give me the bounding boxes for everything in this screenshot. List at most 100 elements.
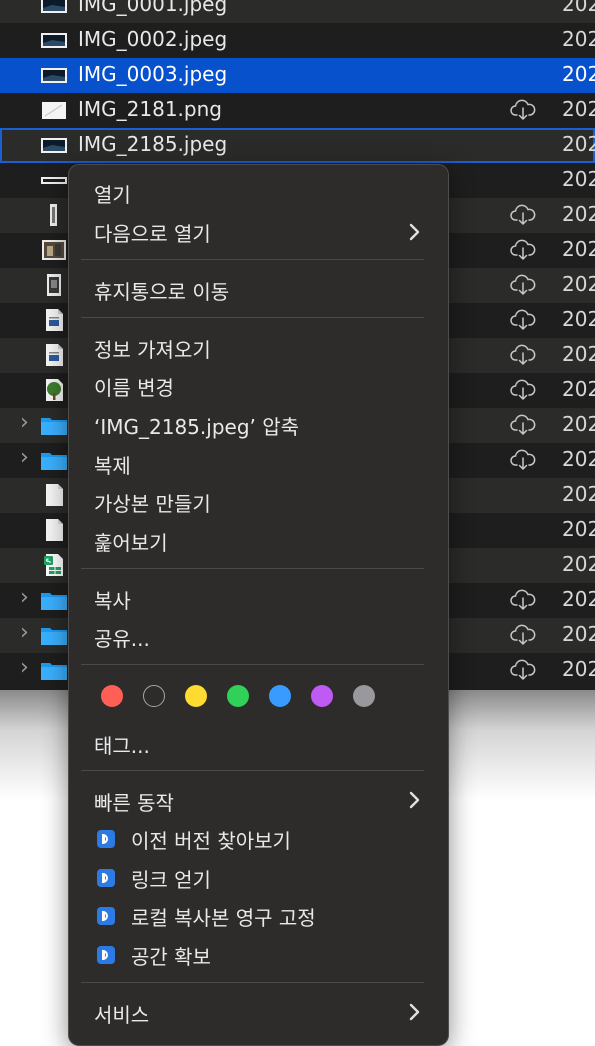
menu-separator	[81, 770, 424, 771]
menu-item-get-link[interactable]: 링크 얻기	[131, 864, 211, 893]
menu-item-pin-local-copy[interactable]: 로컬 복사본 영구 고정	[131, 902, 316, 931]
tag-purple-dot[interactable]	[311, 685, 333, 707]
file-name: IMG_0002.jpeg	[78, 27, 228, 51]
menu-item-copy[interactable]: 복사	[94, 585, 131, 614]
document-icon	[40, 343, 68, 371]
file-date: 202	[562, 167, 595, 191]
icloud-download-icon[interactable]	[509, 204, 537, 230]
tag-gray-dot[interactable]	[353, 685, 375, 707]
file-date: 202	[562, 342, 595, 366]
image-thumbnail-icon	[40, 63, 68, 91]
menu-item-duplicate[interactable]: 복제	[94, 450, 131, 479]
menu-item-get-info[interactable]: 정보 가져오기	[94, 334, 211, 363]
tall-thumbnail-icon	[40, 203, 68, 231]
icloud-download-icon[interactable]	[509, 624, 537, 650]
icloud-download-icon[interactable]	[509, 99, 537, 125]
menu-item-rename[interactable]: 이름 변경	[94, 372, 174, 401]
context-menu: 열기 다음으로 열기 휴지통으로 이동 정보 가져오기 이름 변경 ‘IMG_2…	[68, 164, 449, 1046]
icloud-download-icon[interactable]	[509, 309, 537, 335]
file-date: 202	[562, 657, 595, 681]
image-thumbnail-icon	[40, 0, 68, 21]
spreadsheet-icon	[40, 553, 68, 581]
menu-separator	[81, 982, 424, 983]
photo-thumbnail-icon	[40, 238, 68, 266]
menu-item-free-space[interactable]: 공간 확보	[131, 941, 211, 970]
file-date: 202	[562, 0, 595, 16]
icloud-download-icon[interactable]	[509, 379, 537, 405]
disclosure-chevron-icon[interactable]: ›	[20, 655, 29, 680]
menu-item-quick-actions[interactable]: 빠른 동작	[94, 787, 174, 816]
icloud-download-icon[interactable]	[509, 344, 537, 370]
menu-item-open[interactable]: 열기	[94, 179, 131, 208]
folder-icon	[40, 588, 68, 616]
menu-item-compress[interactable]: ‘IMG_2185.jpeg’ 압축	[94, 411, 299, 440]
tag-none-dot[interactable]	[143, 685, 165, 707]
tag-blue-dot[interactable]	[269, 685, 291, 707]
icloud-download-icon[interactable]	[509, 589, 537, 615]
file-name: IMG_2181.png	[78, 97, 222, 121]
folder-icon	[40, 658, 68, 686]
chevron-right-icon	[409, 791, 420, 809]
file-date: 202	[562, 27, 595, 51]
file-date: 202	[562, 307, 595, 331]
tag-red-dot[interactable]	[101, 685, 123, 707]
icloud-download-icon[interactable]	[509, 414, 537, 440]
menu-separator	[81, 568, 424, 569]
dropbox-icon	[97, 946, 115, 964]
file-row[interactable]: IMG_0001.jpeg 202	[0, 0, 595, 23]
wide-thumbnail-icon	[40, 168, 68, 196]
file-date: 202	[562, 202, 595, 226]
file-date: 202	[562, 412, 595, 436]
file-date: 202	[562, 517, 595, 541]
folder-icon	[40, 413, 68, 441]
menu-item-move-to-trash[interactable]: 휴지통으로 이동	[94, 276, 229, 305]
menu-separator	[81, 664, 424, 665]
menu-item-browse-versions[interactable]: 이전 버전 찾아보기	[131, 825, 291, 854]
folder-icon	[40, 448, 68, 476]
file-row[interactable]: IMG_2185.jpeg 202	[0, 128, 595, 163]
disclosure-chevron-icon[interactable]: ›	[20, 620, 29, 645]
tree-image-icon	[40, 378, 68, 406]
disclosure-chevron-icon[interactable]: ›	[20, 410, 29, 435]
menu-separator	[81, 259, 424, 260]
chevron-right-icon	[409, 1003, 420, 1021]
folder-icon	[40, 623, 68, 651]
disclosure-chevron-icon[interactable]: ›	[20, 445, 29, 470]
menu-item-quick-look[interactable]: 훑어보기	[94, 527, 168, 556]
file-name: IMG_2185.jpeg	[78, 132, 228, 156]
file-row[interactable]: IMG_2181.png 202	[0, 93, 595, 128]
file-name: IMG_0003.jpeg	[78, 62, 228, 86]
icloud-download-icon[interactable]	[509, 239, 537, 265]
menu-item-make-alias[interactable]: 가상본 만들기	[94, 488, 211, 517]
image-thumbnail-icon	[40, 28, 68, 56]
file-row[interactable]: IMG_0002.jpeg 202	[0, 23, 595, 58]
image-thumbnail-icon	[40, 133, 68, 161]
document-icon	[40, 308, 68, 336]
dropbox-icon	[97, 830, 115, 848]
file-date: 202	[562, 272, 595, 296]
menu-item-open-with[interactable]: 다음으로 열기	[94, 218, 211, 247]
chevron-right-icon	[409, 223, 420, 241]
disclosure-chevron-icon[interactable]: ›	[20, 585, 29, 610]
dropbox-icon	[97, 869, 115, 887]
menu-item-tags[interactable]: 태그...	[94, 730, 150, 759]
file-row[interactable]: IMG_0003.jpeg 202	[0, 58, 595, 93]
menu-item-share[interactable]: 공유...	[94, 623, 150, 652]
blank-document-icon	[40, 483, 68, 511]
icloud-download-icon[interactable]	[509, 659, 537, 685]
tag-green-dot[interactable]	[227, 685, 249, 707]
icloud-download-icon[interactable]	[509, 449, 537, 475]
file-name: IMG_0001.jpeg	[78, 0, 228, 16]
tag-yellow-dot[interactable]	[185, 685, 207, 707]
file-date: 202	[562, 62, 595, 86]
file-date: 202	[562, 377, 595, 401]
dropbox-icon	[97, 907, 115, 925]
menu-separator	[81, 317, 424, 318]
phone-thumbnail-icon	[40, 273, 68, 301]
file-date: 202	[562, 97, 595, 121]
file-date: 202	[562, 622, 595, 646]
file-date: 202	[562, 482, 595, 506]
file-date: 202	[562, 132, 595, 156]
icloud-download-icon[interactable]	[509, 274, 537, 300]
blank-document-icon	[40, 518, 68, 546]
